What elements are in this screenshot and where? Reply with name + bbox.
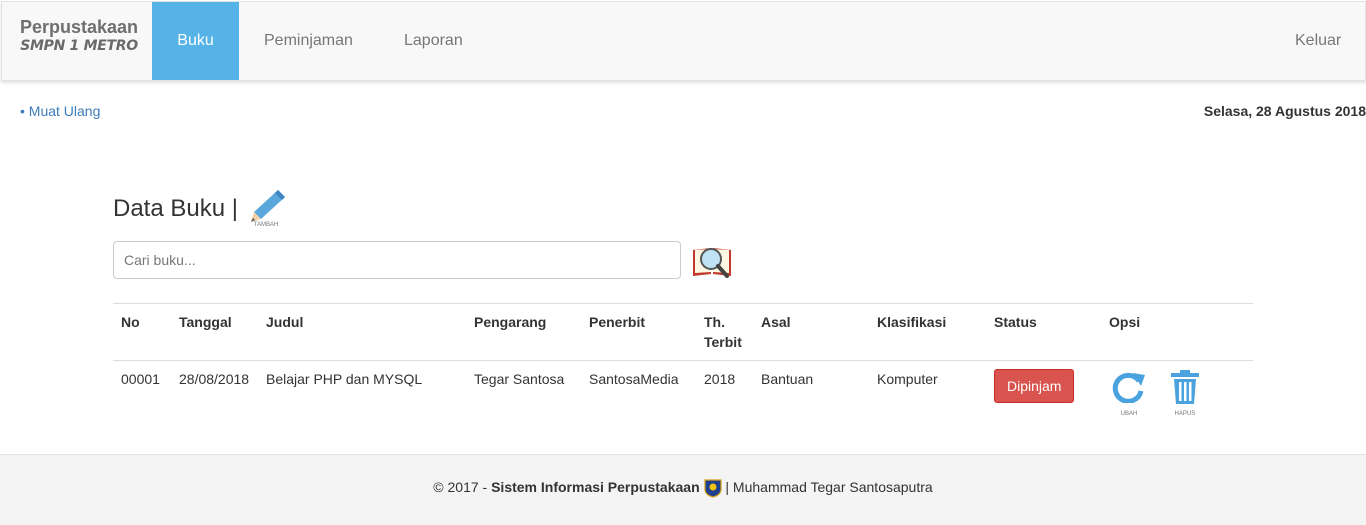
cell-th-terbit: 2018	[704, 371, 736, 387]
header-penerbit: Penerbit	[581, 303, 696, 361]
nav-peminjaman[interactable]: Peminjaman	[264, 2, 353, 80]
add-book-button[interactable]: TAMBAH	[247, 189, 287, 231]
header-opsi: Opsi	[1101, 303, 1253, 361]
nav-laporan[interactable]: Laporan	[404, 2, 463, 80]
school-logo-icon	[703, 478, 722, 498]
brand[interactable]: Perpustakaan SMPN 1 METRO	[18, 16, 140, 54]
brand-title: Perpustakaan	[19, 17, 139, 37]
books-table: No Tanggal Judul Pengarang Penerbit Th. …	[113, 303, 1253, 421]
header-status: Status	[986, 303, 1101, 361]
table-header-row: No Tanggal Judul Pengarang Penerbit Th. …	[113, 303, 1253, 361]
cell-tanggal: 28/08/2018	[179, 371, 250, 387]
nav-buku[interactable]: Buku	[152, 2, 239, 80]
footer-text: © 2017 - Sistem Informasi Perpustakaan |…	[0, 477, 1366, 498]
cell-klasifikasi: Komputer	[877, 371, 938, 387]
refresh-icon	[1112, 372, 1145, 404]
header-th-terbit: Th. Terbit	[696, 303, 753, 361]
footer-app-name: Sistem Informasi Perpustakaan	[491, 479, 700, 495]
status-button[interactable]: Dipinjam	[994, 369, 1075, 403]
cell-status: Dipinjam	[986, 361, 1101, 422]
book-search-icon	[693, 248, 731, 278]
header-tanggal: Tanggal	[171, 303, 258, 361]
footer: © 2017 - Sistem Informasi Perpustakaan |…	[0, 454, 1366, 525]
page-title: Data Buku |	[113, 195, 238, 222]
header-klasifikasi: Klasifikasi	[869, 303, 986, 361]
add-label: TAMBAH	[253, 222, 279, 228]
footer-suffix: | Muhammad Tegar Santosaputra	[725, 479, 933, 495]
cell-opsi: UBAH HAPUS	[1101, 361, 1253, 422]
table-row: 00001 28/08/2018 Belajar PHP dan MYSQL T…	[113, 361, 1253, 422]
cell-penerbit: SantosaMedia	[589, 371, 679, 387]
cell-judul: Belajar PHP dan MYSQL	[266, 371, 423, 387]
brand-subtitle: SMPN 1 METRO	[20, 38, 138, 54]
delete-label: HAPUS	[1174, 411, 1196, 417]
delete-button[interactable]: HAPUS	[1165, 369, 1205, 417]
navbar: Perpustakaan SMPN 1 METRO Buku Peminjama…	[1, 1, 1366, 81]
search-input[interactable]	[113, 241, 681, 279]
header-asal: Asal	[753, 303, 869, 361]
footer-prefix: © 2017 -	[433, 479, 488, 495]
search-button[interactable]	[691, 242, 733, 280]
edit-label: UBAH	[1120, 411, 1138, 417]
current-date: Selasa, 28 Agustus 2018	[1203, 103, 1366, 119]
header-no: No	[113, 303, 171, 361]
pencil-icon	[251, 190, 285, 222]
header-judul: Judul	[258, 303, 466, 361]
cell-no: 00001	[121, 371, 160, 387]
reload-link[interactable]: • Muat Ulang	[20, 103, 100, 119]
cell-asal: Bantuan	[761, 371, 814, 387]
cell-pengarang: Tegar Santosa	[474, 371, 565, 387]
trash-icon	[1170, 370, 1199, 404]
header-pengarang: Pengarang	[466, 303, 581, 361]
edit-button[interactable]: UBAH	[1109, 369, 1149, 417]
nav-logout[interactable]: Keluar	[1295, 2, 1341, 80]
